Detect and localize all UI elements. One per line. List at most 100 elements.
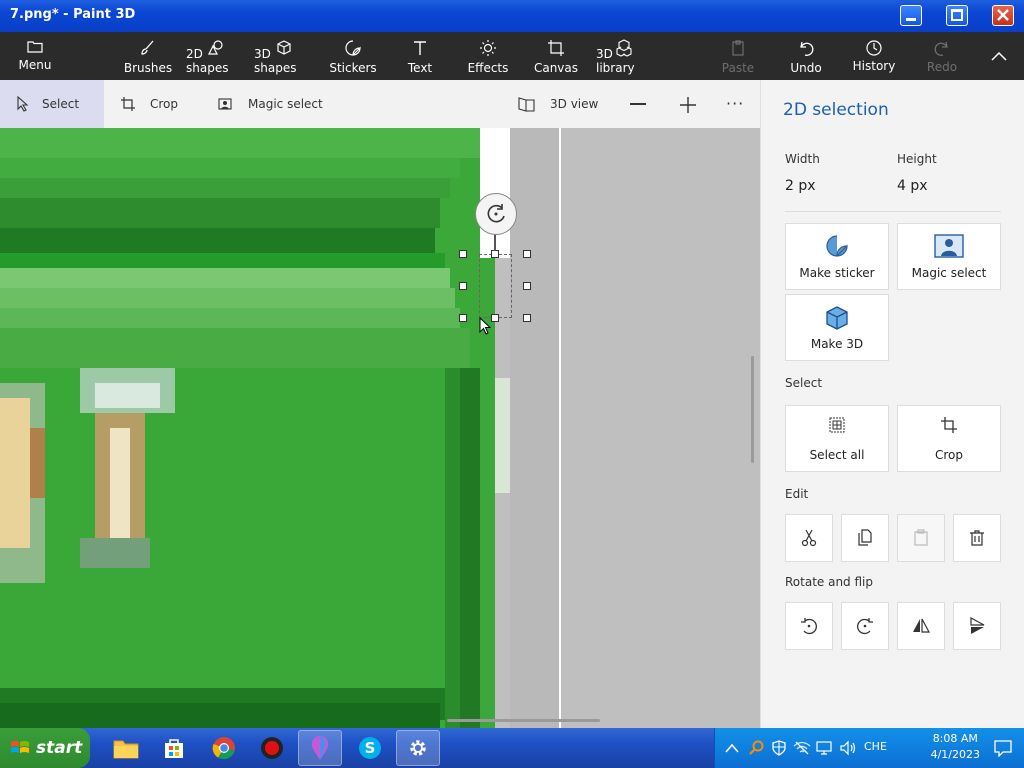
shapes-2d-icon bbox=[208, 40, 223, 55]
selection-handle[interactable] bbox=[523, 314, 531, 322]
network-off-icon[interactable] bbox=[793, 740, 811, 756]
selection-box[interactable] bbox=[479, 254, 512, 318]
shield-icon[interactable] bbox=[771, 740, 787, 756]
rotate-handle[interactable] bbox=[475, 193, 517, 235]
flip-vertical-button[interactable] bbox=[953, 602, 1001, 650]
stickers-button[interactable]: Stickers bbox=[326, 32, 380, 80]
selection-handle[interactable] bbox=[523, 250, 531, 258]
brushes-button[interactable]: Brushes bbox=[120, 32, 176, 80]
sticker-icon bbox=[345, 40, 361, 56]
brush-icon bbox=[141, 40, 154, 55]
delete-button[interactable] bbox=[953, 514, 1001, 562]
select-tool-label: Select bbox=[42, 97, 80, 111]
selection-handle[interactable] bbox=[523, 282, 531, 290]
volume-icon[interactable] bbox=[839, 740, 857, 756]
rotate-right-button[interactable] bbox=[841, 602, 889, 650]
search-icon[interactable] bbox=[749, 740, 765, 756]
height-value[interactable]: 4 px bbox=[897, 178, 928, 194]
taskbar: start S CHE 8:08 AM 4/1/2023 bbox=[0, 728, 1024, 768]
record-app-button[interactable] bbox=[250, 730, 294, 766]
make-sticker-button[interactable]: Make sticker bbox=[785, 223, 889, 290]
skype-icon: S bbox=[359, 737, 381, 759]
sticker-icon bbox=[826, 235, 848, 257]
cursor-icon bbox=[17, 96, 29, 112]
crop-tool-button[interactable]: Crop bbox=[120, 80, 200, 128]
canvas-button[interactable]: Canvas bbox=[532, 32, 580, 80]
more-options-button[interactable]: ··· bbox=[726, 94, 748, 114]
maximize-button[interactable] bbox=[946, 5, 968, 26]
file-explorer-button[interactable] bbox=[104, 730, 148, 766]
shapes-3d-button[interactable]: 3D shapes bbox=[254, 32, 314, 80]
width-value[interactable]: 2 px bbox=[785, 178, 816, 194]
chrome-button[interactable] bbox=[202, 730, 246, 766]
flip-horizontal-button[interactable] bbox=[897, 602, 945, 650]
shapes-2d-button[interactable]: 2D shapes bbox=[186, 32, 246, 80]
rotate-left-button[interactable] bbox=[785, 602, 833, 650]
horizontal-scrollbar[interactable] bbox=[447, 719, 600, 722]
selection-handle[interactable] bbox=[491, 250, 499, 258]
magic-select-panel-button[interactable]: Magic select bbox=[897, 223, 1001, 290]
canvas-area[interactable] bbox=[0, 128, 760, 728]
start-label: start bbox=[36, 738, 83, 758]
skype-button[interactable]: S bbox=[348, 730, 392, 766]
paint-3d-taskbar-button[interactable] bbox=[298, 730, 342, 766]
paste-panel-button[interactable] bbox=[897, 514, 945, 562]
text-button[interactable]: Text bbox=[400, 32, 440, 80]
magic-select-tool-button[interactable]: Magic select bbox=[218, 80, 338, 128]
view-3d-button[interactable]: 3D view bbox=[518, 80, 608, 128]
select-all-label: Select all bbox=[809, 448, 865, 462]
zoom-in-button[interactable] bbox=[679, 96, 697, 114]
library-3d-icon bbox=[616, 39, 632, 57]
windows-logo-icon bbox=[11, 741, 29, 753]
redo-label: Redo bbox=[926, 60, 958, 74]
text-label: Text bbox=[407, 61, 433, 75]
language-indicator[interactable]: CHE bbox=[864, 740, 887, 753]
collapse-ribbon-icon[interactable] bbox=[990, 50, 1008, 62]
flip-horizontal-icon bbox=[913, 618, 931, 633]
rotate-right-icon bbox=[857, 618, 873, 635]
settings-taskbar-button[interactable] bbox=[396, 730, 440, 766]
crop-icon bbox=[121, 97, 135, 111]
select-section-label: Select bbox=[785, 376, 823, 390]
folder-icon bbox=[27, 41, 43, 53]
copy-button[interactable] bbox=[841, 514, 889, 562]
undo-button[interactable]: Undo bbox=[786, 32, 826, 80]
svg-text:S: S bbox=[365, 739, 376, 757]
canvas-image bbox=[0, 128, 760, 728]
record-icon bbox=[261, 737, 283, 759]
redo-button[interactable]: Redo bbox=[922, 32, 962, 80]
selection-handle[interactable] bbox=[459, 314, 467, 322]
magic-select-tool-label: Magic select bbox=[248, 97, 323, 111]
vertical-scrollbar[interactable] bbox=[751, 356, 754, 463]
magic-select-icon bbox=[218, 98, 232, 110]
clock[interactable]: 8:08 AM 4/1/2023 bbox=[931, 731, 980, 763]
undo-label: Undo bbox=[790, 61, 822, 75]
rotate-left-icon bbox=[801, 618, 817, 635]
select-all-button[interactable]: Select all bbox=[785, 405, 889, 472]
close-button[interactable] bbox=[992, 5, 1014, 26]
cut-button[interactable] bbox=[785, 514, 833, 562]
chevron-up-icon[interactable] bbox=[725, 743, 739, 753]
microsoft-store-button[interactable] bbox=[152, 730, 196, 766]
select-tool-button[interactable]: Select bbox=[0, 80, 104, 128]
paste-icon bbox=[914, 529, 928, 546]
view-3d-label: 3D view bbox=[550, 97, 599, 111]
library-3d-button[interactable]: 3D library bbox=[596, 32, 652, 80]
selection-handle[interactable] bbox=[459, 250, 467, 258]
menu-button[interactable]: Menu bbox=[10, 32, 60, 80]
network-icon[interactable] bbox=[816, 740, 834, 756]
notifications-icon[interactable] bbox=[994, 739, 1012, 757]
effects-button[interactable]: Effects bbox=[464, 32, 512, 80]
zoom-out-button[interactable] bbox=[630, 103, 646, 105]
mouse-cursor-icon bbox=[479, 317, 492, 335]
start-button[interactable]: start bbox=[0, 728, 90, 768]
paste-button[interactable]: Paste bbox=[718, 32, 758, 80]
minimize-button[interactable] bbox=[900, 5, 922, 26]
make-3d-button[interactable]: Make 3D bbox=[785, 294, 889, 361]
selection-handle[interactable] bbox=[459, 282, 467, 290]
history-button[interactable]: History bbox=[850, 32, 898, 80]
canvas-icon bbox=[548, 40, 564, 56]
crop-panel-button[interactable]: Crop bbox=[897, 405, 1001, 472]
panel-title: 2D selection bbox=[783, 100, 889, 120]
cube-icon bbox=[826, 306, 848, 330]
